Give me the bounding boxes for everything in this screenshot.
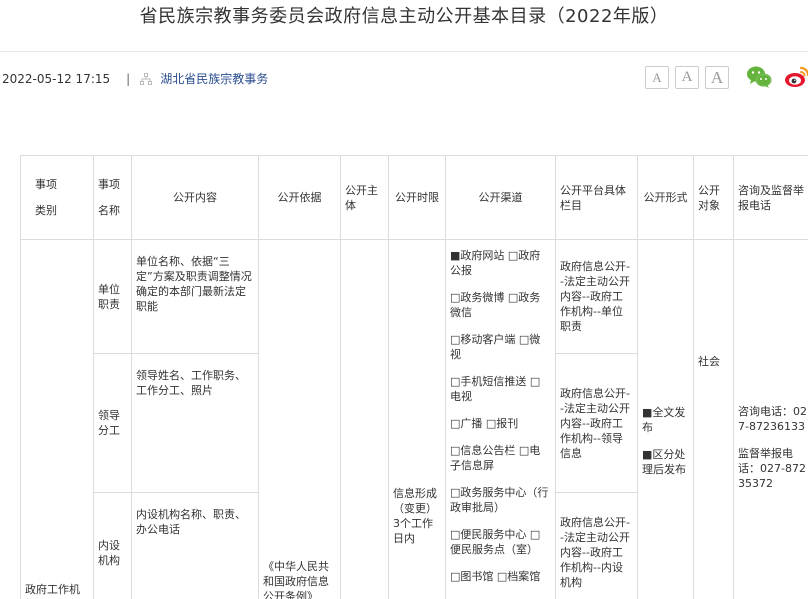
timeline-cell: 信息形成（变更）3个工作日内	[388, 239, 446, 599]
channel-item: □广播 □报刊	[450, 417, 519, 430]
header-subject: 公开主体	[340, 155, 389, 240]
header-timeline: 公开时限	[388, 155, 446, 240]
wechat-icon[interactable]	[746, 64, 772, 90]
page-title: 省民族宗教事务委员会政府信息主动公开基本目录（2022年版）	[139, 6, 669, 27]
form-cell: ■全文发布 ■区分处理后发布	[637, 239, 694, 599]
channel-item: □政务服务中心（行政审批局）	[450, 486, 549, 514]
publish-datetime: 2022-05-12 17:15	[2, 71, 111, 86]
channel-item: □政务微博 □政务微信	[450, 291, 541, 319]
consult-phone: 咨询电话：027-87236133	[738, 405, 807, 433]
channel-item: □便民服务中心 □便民服务点（室）	[450, 528, 541, 556]
report-phone: 监督举报电话：027-87235372	[738, 447, 806, 490]
row-name-cell: 单位职责	[93, 239, 132, 354]
channel-item: □信息公告栏 □电子信息屏	[450, 444, 541, 472]
channel-item: □图书馆 □档案馆	[450, 570, 541, 583]
font-size-controls: A A A	[645, 66, 729, 89]
font-large-button[interactable]: A	[705, 66, 729, 89]
weibo-icon[interactable]	[784, 64, 808, 90]
row-content-cell: 领导姓名、工作职务、工作分工、照片	[131, 353, 259, 493]
header-target: 公开对象	[693, 155, 734, 240]
table-header-row: 事项 类别 事项 名称 公开内容 公开依据 公开主体 公开时限 公开渠道 公开平…	[20, 155, 808, 240]
target-cell: 社会	[693, 239, 734, 599]
row-name-cell: 内设机构	[93, 492, 132, 599]
header-platform: 公开平台具体栏目	[555, 155, 638, 240]
channels-cell: ■政府网站 □政府公报 □政务微博 □政务微信 □移动客户端 □微视 □手机短信…	[445, 239, 556, 599]
row-content-cell: 内设机构名称、职责、办公电话	[131, 492, 259, 599]
header-basis: 公开依据	[258, 155, 341, 240]
source-link[interactable]: 湖北省民族宗教事务	[160, 70, 268, 87]
sitemap-icon	[140, 72, 153, 85]
header-name: 事项 名称	[93, 155, 132, 240]
table-row: 政府工作机构 单位职责 单位名称、依据“三定”方案及职责调整情况确定的本部门最新…	[20, 239, 808, 599]
channel-item: □手机短信推送 □电视	[450, 375, 541, 403]
row-name-cell: 领导分工	[93, 353, 132, 493]
row-content-cell: 单位名称、依据“三定”方案及职责调整情况确定的本部门最新法定职能	[131, 239, 259, 354]
form-full: ■全文发布	[642, 406, 686, 434]
header-consult: 咨询及监督举报电话	[733, 155, 808, 240]
platform-cell: 政府信息公开--法定主动公开内容--政府工作机构--领导信息	[555, 353, 638, 493]
header-content: 公开内容	[131, 155, 259, 240]
platform-cell: 政府信息公开--法定主动公开内容--政府工作机构--单位职责	[555, 239, 638, 354]
share-buttons	[746, 64, 808, 90]
header-divider	[0, 51, 808, 52]
header-form: 公开形式	[637, 155, 694, 240]
article-meta: 2022-05-12 17:15 | 湖北省民族宗教事务	[2, 70, 268, 87]
platform-cell: 政府信息公开--法定主动公开内容--政府工作机构--内设机构	[555, 492, 638, 599]
font-small-button[interactable]: A	[645, 66, 669, 89]
channel-item: ■政府网站 □政府公报	[450, 249, 541, 277]
basis-cell: 《中华人民共和国政府信息公开条例》	[258, 239, 341, 599]
catalog-table: 事项 类别 事项 名称 公开内容 公开依据 公开主体 公开时限 公开渠道 公开平…	[20, 155, 808, 599]
font-medium-button[interactable]: A	[675, 66, 699, 89]
header-category: 事项 类别	[20, 155, 94, 240]
consult-cell: 咨询电话：027-87236133 监督举报电话：027-87235372	[733, 239, 808, 599]
subject-cell	[340, 239, 389, 599]
channel-item: □移动客户端 □微视	[450, 333, 541, 361]
meta-separator: |	[126, 71, 131, 86]
header-channels: 公开渠道	[445, 155, 556, 240]
form-zoned: ■区分处理后发布	[642, 448, 686, 476]
category-cell: 政府工作机构	[20, 239, 94, 599]
